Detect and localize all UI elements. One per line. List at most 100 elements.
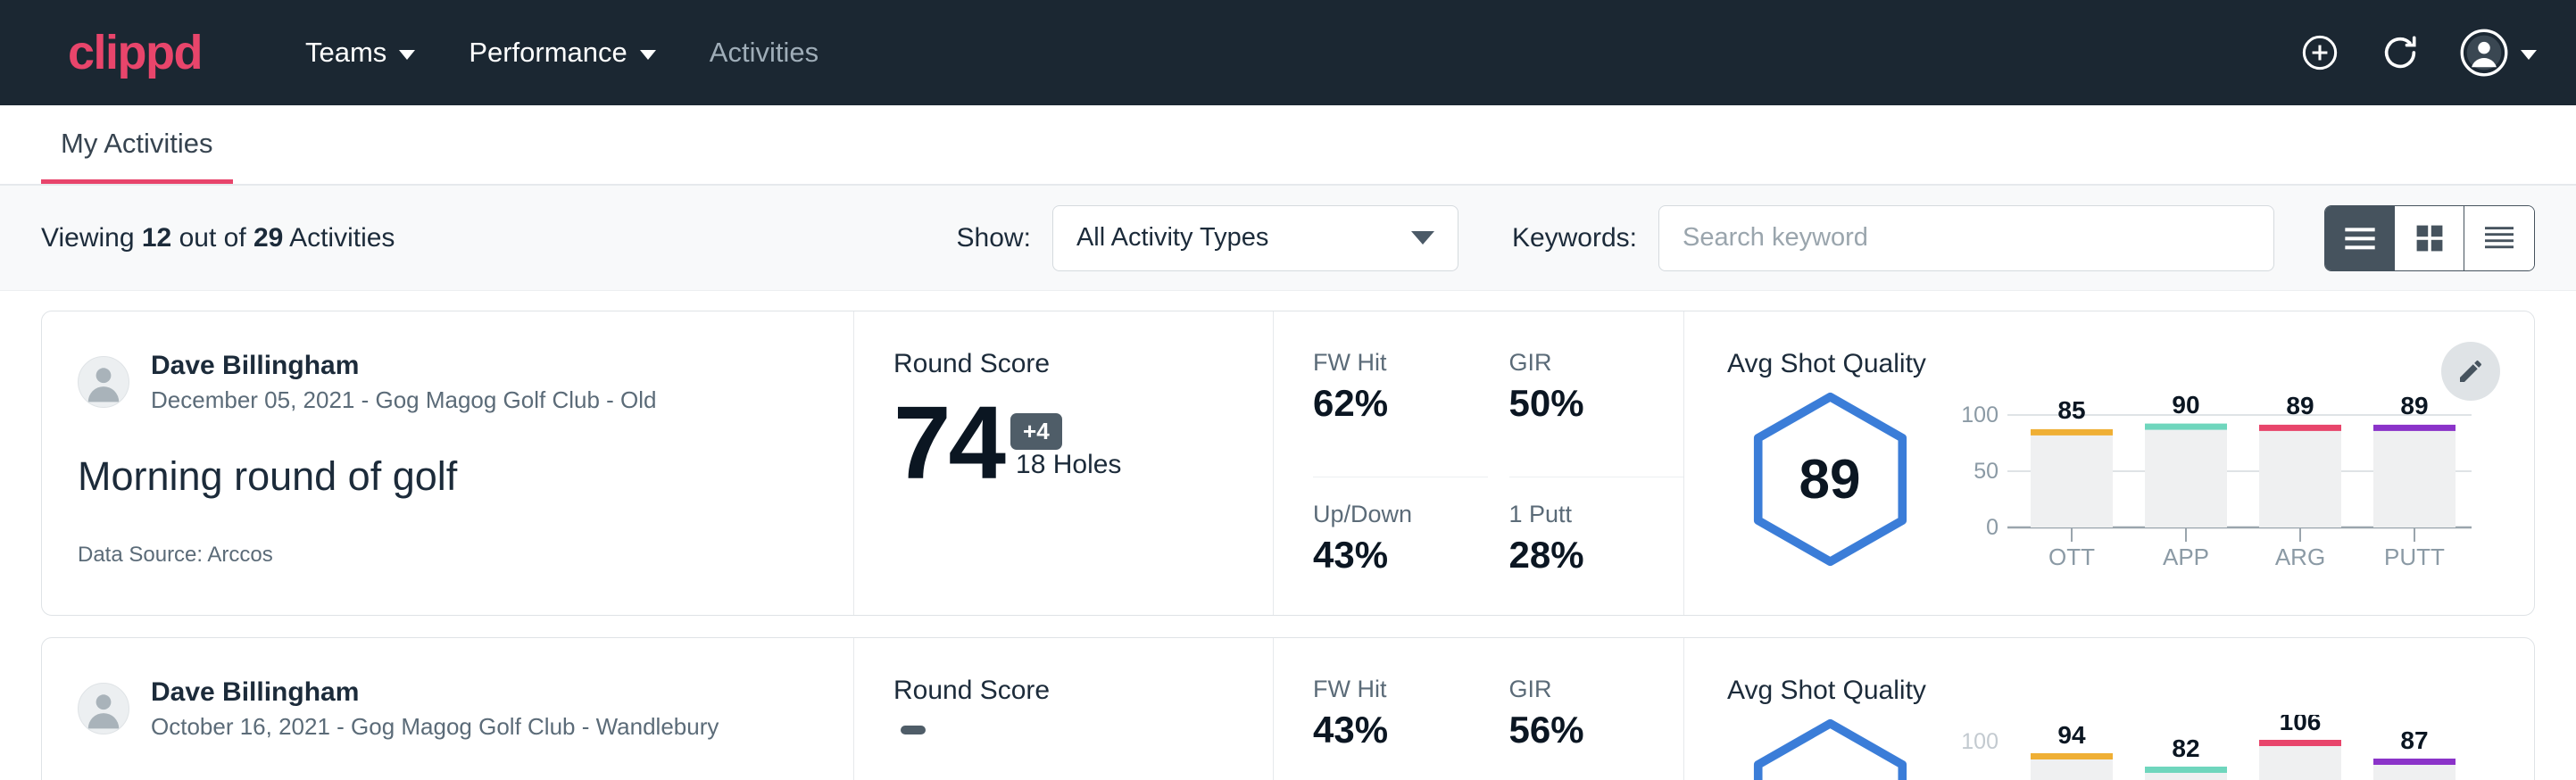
add-icon[interactable] — [2299, 32, 2340, 73]
nav-item-performance[interactable]: Performance — [442, 28, 682, 78]
bar-track-arg — [2259, 743, 2341, 780]
activity-type-select-value: All Activity Types — [1076, 223, 1268, 253]
bar-cap-app — [2145, 424, 2227, 430]
avg-shot-quality-body: 100 94 82 106 87 — [1727, 711, 2534, 780]
nav-item-performance-label: Performance — [469, 37, 627, 69]
chevron-down-icon — [399, 50, 415, 60]
bar-cap-ott — [2031, 753, 2113, 759]
account-icon — [2460, 29, 2508, 77]
round-score-column: Round Score 74 +4 18 Holes — [854, 311, 1274, 615]
keywords-label: Keywords: — [1512, 223, 1637, 253]
bar-track-putt — [2373, 428, 2456, 527]
quality-hexagon: 89 — [1727, 385, 1932, 568]
avg-shot-quality-value: 89 — [1799, 448, 1861, 511]
show-label: Show: — [957, 223, 1031, 253]
bar-label-putt: PUTT — [2384, 544, 2445, 570]
stat-fw-hit: FW Hit 62% — [1313, 349, 1488, 477]
hexagon-icon — [1743, 717, 1917, 780]
shot-quality-bar-chart: 100 50 0 85 OTT — [1963, 388, 2480, 576]
round-score-column: Round Score — [854, 638, 1274, 780]
bar-track-arg — [2259, 428, 2341, 527]
bar-label-app: APP — [2163, 544, 2209, 570]
avg-shot-quality-label: Avg Shot Quality — [1727, 676, 2534, 706]
stat-up-down: Up/Down 43% — [1313, 501, 1488, 616]
stat-gir-value: 50% — [1509, 382, 1645, 425]
stat-one-putt-label: 1 Putt — [1509, 501, 1645, 528]
y-tick-50: 50 — [1974, 459, 1998, 484]
shot-quality-chart: 100 50 0 85 OTT — [1932, 385, 2534, 580]
bar-cap-ott — [2031, 429, 2113, 436]
stat-fw-hit-value: 62% — [1313, 382, 1449, 425]
bar-track-app — [2145, 427, 2227, 527]
activity-meta: December 05, 2021 - Gog Magog Golf Club … — [151, 385, 657, 416]
bar-label-ott: OTT — [2048, 544, 2095, 570]
bar-track-ott — [2031, 757, 2113, 780]
avg-shot-quality-body: 89 100 50 0 — [1727, 385, 2534, 580]
account-menu[interactable] — [2460, 29, 2537, 77]
stat-fw-hit-label: FW Hit — [1313, 349, 1449, 377]
refresh-icon[interactable] — [2380, 32, 2421, 73]
compact-view-button[interactable] — [2464, 206, 2534, 270]
avatar — [78, 356, 129, 408]
activity-meta: October 16, 2021 - Gog Magog Golf Club -… — [151, 711, 719, 743]
bar-value-app: 82 — [2172, 734, 2199, 762]
nav-actions — [2299, 29, 2537, 77]
avg-shot-quality-label: Avg Shot Quality — [1727, 349, 2534, 379]
stat-gir: GIR 50% — [1509, 349, 1684, 477]
viewing-total: 29 — [253, 223, 283, 253]
viewing-middle: out of — [179, 223, 246, 253]
nav-item-activities[interactable]: Activities — [683, 28, 845, 78]
round-score-value: 74 — [893, 395, 1003, 491]
bar-cap-putt — [2373, 759, 2456, 765]
bar-label-arg: ARG — [2275, 544, 2325, 570]
bar-value-arg: 89 — [2286, 392, 2314, 419]
stat-up-down-label: Up/Down — [1313, 501, 1449, 528]
bar-value-putt: 89 — [2400, 392, 2428, 419]
round-score-label: Round Score — [893, 676, 1273, 706]
primary-nav: Teams Performance Activities — [278, 28, 845, 78]
stat-gir-label: GIR — [1509, 349, 1645, 377]
round-score-label: Round Score — [893, 349, 1273, 379]
search-input[interactable] — [1658, 205, 2274, 271]
avg-shot-quality-column: Avg Shot Quality 89 100 50 0 — [1684, 311, 2534, 615]
activity-card[interactable]: Dave Billingham December 05, 2021 - Gog … — [41, 311, 2535, 616]
list-view-button[interactable] — [2325, 206, 2395, 270]
round-stats-column: FW Hit 62% GIR 50% Up/Down 43% 1 Putt 28… — [1274, 311, 1684, 615]
activity-info-column: Dave Billingham October 16, 2021 - Gog M… — [42, 638, 854, 780]
tab-my-activities[interactable]: My Activities — [41, 128, 233, 184]
nav-item-activities-label: Activities — [710, 37, 819, 69]
author-name: Dave Billingham — [151, 676, 719, 709]
stat-up-down-value: 43% — [1313, 534, 1449, 577]
chevron-down-icon — [2521, 50, 2537, 60]
bar-cap-arg — [2259, 740, 2341, 746]
stat-fw-hit: FW Hit 43% — [1313, 676, 1488, 780]
activity-card[interactable]: Dave Billingham October 16, 2021 - Gog M… — [41, 637, 2535, 780]
holes-count — [906, 734, 926, 745]
pencil-icon — [2456, 357, 2485, 386]
stat-fw-hit-value: 43% — [1313, 709, 1449, 751]
activity-data-source: Data Source: Arccos — [78, 543, 818, 568]
activity-author: Dave Billingham December 05, 2021 - Gog … — [78, 349, 818, 416]
avatar — [78, 683, 129, 734]
shot-quality-chart: 100 94 82 106 87 — [1932, 711, 2534, 780]
activity-card-list: Dave Billingham December 05, 2021 - Gog … — [0, 291, 2576, 780]
edit-activity-button[interactable] — [2441, 342, 2500, 401]
grid-view-button[interactable] — [2395, 206, 2464, 270]
round-stats-column: FW Hit 43% GIR 56% — [1274, 638, 1684, 780]
bar-value-arg: 106 — [2280, 715, 2322, 735]
filter-bar: Viewing 12 out of 29 Activities Show: Al… — [0, 186, 2576, 291]
y-tick-100: 100 — [1963, 729, 1998, 754]
app-logo[interactable]: clippd — [68, 29, 202, 77]
activity-type-select[interactable]: All Activity Types — [1052, 205, 1458, 271]
bar-value-ott: 85 — [2057, 396, 2085, 424]
nav-item-teams[interactable]: Teams — [278, 28, 442, 78]
chevron-down-icon — [1411, 231, 1434, 245]
score-differential-badge — [901, 726, 926, 734]
activity-author: Dave Billingham October 16, 2021 - Gog M… — [78, 676, 818, 743]
bar-cap-app — [2145, 767, 2227, 773]
bar-track-ott — [2031, 433, 2113, 527]
round-score-value-row: 74 +4 18 Holes — [893, 395, 1273, 491]
y-tick-100: 100 — [1963, 402, 1998, 427]
keywords-group: Keywords: — [1512, 205, 2274, 271]
quality-hexagon — [1727, 711, 1932, 780]
